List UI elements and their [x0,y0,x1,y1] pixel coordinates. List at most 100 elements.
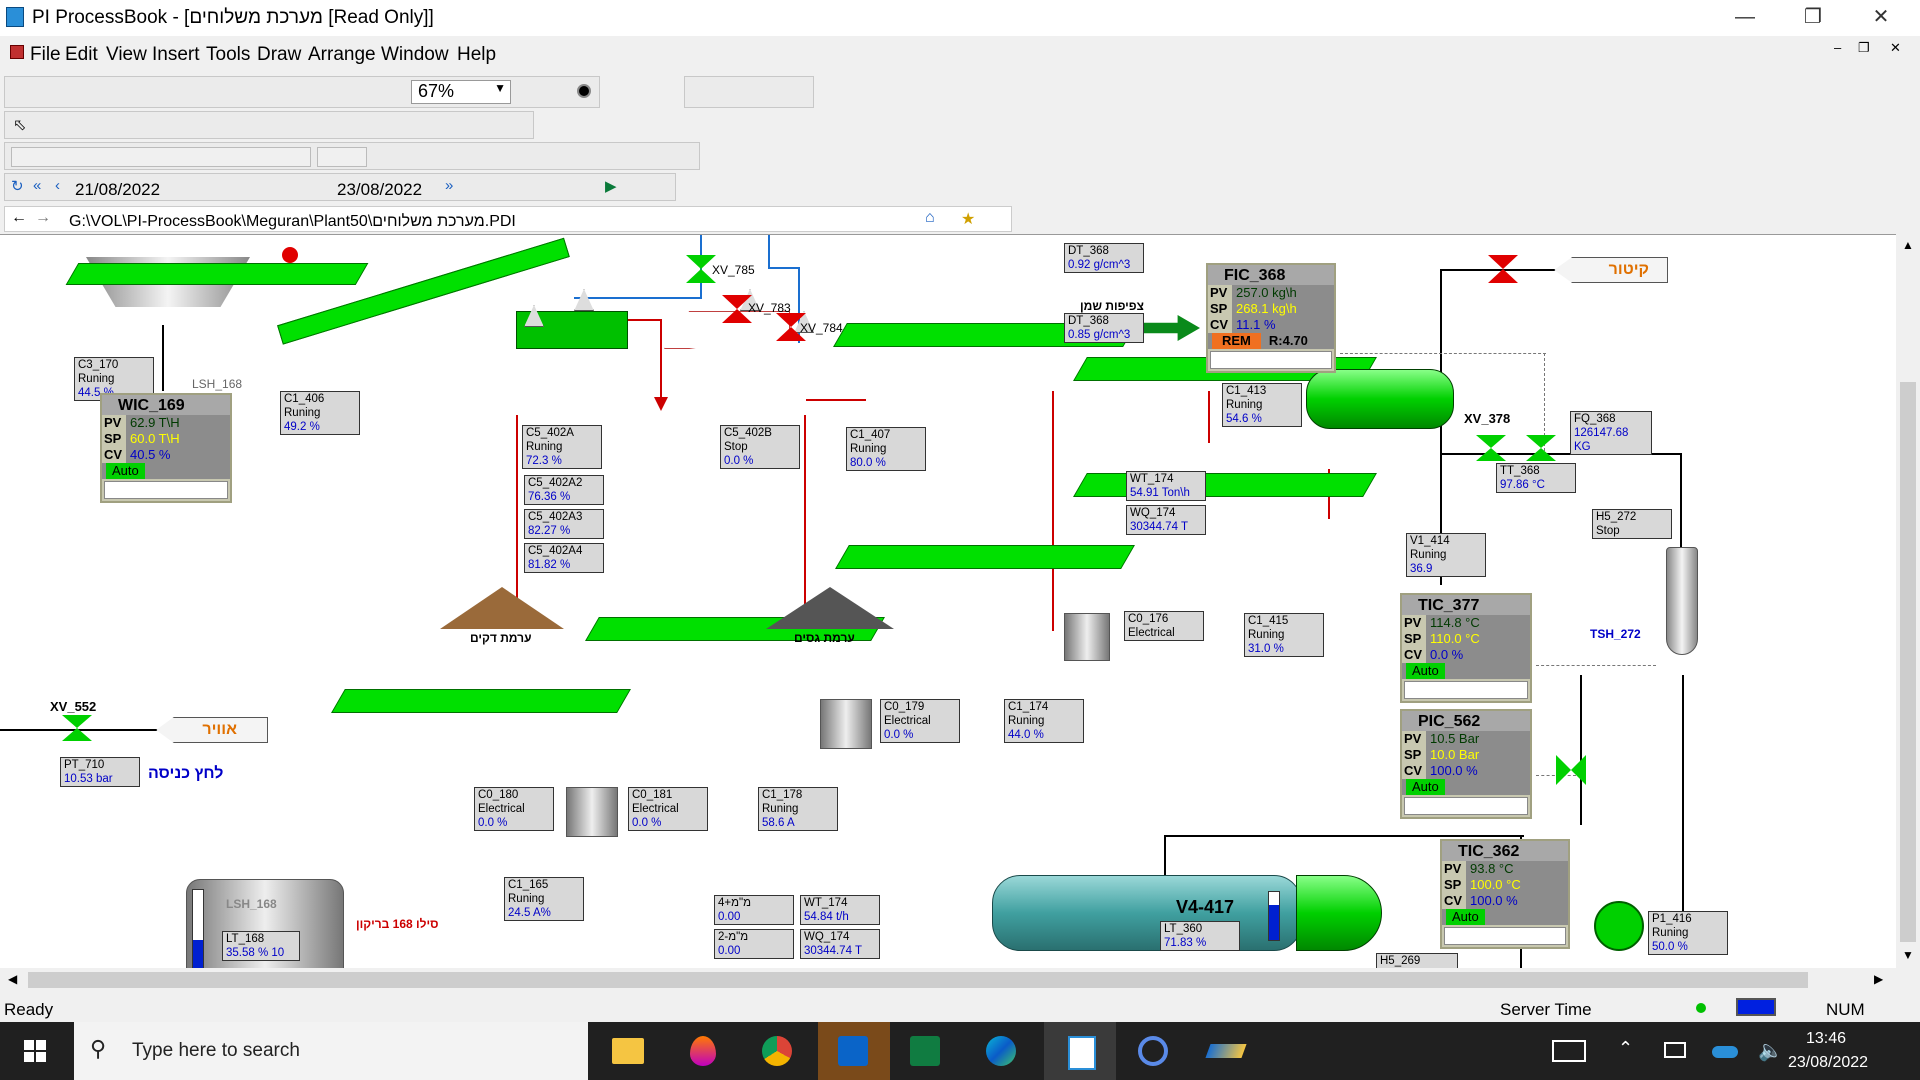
heat-exchanger-h5-272[interactable] [1666,547,1698,655]
tag-h5-272[interactable]: H5_272 Stop [1592,509,1672,539]
tag-m2[interactable]: מ"מ-2 0.00 [714,929,794,959]
chevron-up-icon[interactable]: ⌃ [1618,1038,1633,1059]
mode-badge[interactable]: Auto [1406,779,1445,795]
conveyor-c3-170[interactable] [65,263,369,285]
valve-pic562-icon[interactable] [1556,755,1586,785]
tag-fq-368[interactable]: FQ_368 126147.68 KG [1570,411,1652,455]
mode-badge[interactable]: REM [1212,333,1261,349]
vertical-scrollbar[interactable]: ▲ ▼ [1896,234,1920,968]
search-box[interactable]: ⚲ Type here to search [74,1022,588,1080]
tag-c1-174[interactable]: C1_174 Runing 44.0 % [1004,699,1084,743]
scroll-thumb[interactable] [1900,382,1916,942]
tag-c5-402a3[interactable]: C5_402A3 82.27 % [524,509,604,539]
menu-arrange[interactable]: Arrange [308,44,376,66]
tag-c1-178[interactable]: C1_178 Runing 58.6 A [758,787,838,831]
mdi-close-button[interactable]: ✕ [1890,40,1901,56]
font-size-select[interactable] [317,147,367,167]
pointer-tool-icon[interactable]: ⬁ [13,115,26,135]
scroll-right-icon[interactable]: ▶ [1874,972,1883,986]
pump-p1-416[interactable] [1594,901,1644,951]
clock-date[interactable]: 23/08/2022 [1788,1054,1868,1072]
menu-edit[interactable]: Edit [65,44,98,66]
file-explorer-icon[interactable] [612,1038,644,1064]
tag-m4[interactable]: מ"מ+4 0.00 [714,895,794,925]
app-icon[interactable] [1138,1036,1168,1066]
back-arrow-icon[interactable]: ← [11,209,27,227]
menu-view[interactable]: View [106,44,147,66]
tag-lt-168[interactable]: LT_168 35.58 % 10 [222,931,300,961]
faceplate-tic-362[interactable]: TIC_362 PV 93.8 °C SP 100.0 °C CV 100.0 % A… [1440,839,1570,949]
network-icon[interactable] [1664,1042,1686,1058]
menu-window[interactable]: Window [381,44,449,66]
tank-v1-414[interactable] [1306,369,1454,429]
tag-v1-414[interactable]: V1_414 Runing 36.9 [1406,533,1486,577]
tag-wq-174b[interactable]: WQ_174 30344.74 T [800,929,880,959]
minimize-button[interactable]: — [1716,0,1774,36]
tag-pt-710[interactable]: PT_710 10.53 bar [60,757,140,787]
menu-insert[interactable]: Insert [152,44,200,66]
mode-badge[interactable]: Auto [106,463,145,479]
play-icon[interactable]: ▶ [605,177,617,195]
onedrive-icon[interactable] [1712,1046,1738,1058]
faceplate-wic-169[interactable]: WIC_169 PV 62.9 T\H SP 60.0 T\H CV 40.5 % A… [100,393,232,503]
tag-c0-176[interactable]: C0_176 Electrical [1124,611,1204,641]
tag-c1-415[interactable]: C1_415 Runing 31.0 % [1244,613,1324,657]
faceplate-pic-562[interactable]: PIC_562 PV 10.5 Bar SP 10.0 Bar CV 100.0 % … [1400,709,1532,819]
processbook-icon[interactable] [1044,1022,1116,1080]
clock-time[interactable]: 13:46 [1806,1030,1846,1048]
tag-h5-269[interactable]: H5_269 [1376,953,1458,968]
zoom-select[interactable]: 67% ▼ [411,80,511,104]
conveyor-c1-415[interactable] [1073,473,1377,497]
screen-c5-402b[interactable] [664,311,790,349]
record-icon[interactable] [577,84,591,98]
tag-c0-181[interactable]: C0_181 Electrical 0.0 % [628,787,708,831]
tag-tt-368[interactable]: TT_368 97.86 °C [1496,463,1576,493]
conveyor-c1-165[interactable] [331,689,631,713]
scroll-up-icon[interactable]: ▲ [1902,238,1914,252]
home-icon[interactable]: ⌂ [925,209,935,227]
end-time[interactable]: 23/08/2022 [337,180,422,200]
tag-c5-402a4[interactable]: C5_402A4 81.82 % [524,543,604,573]
tag-c5-402a[interactable]: C5_402A Runing 72.3 % [522,425,602,469]
outlook-icon[interactable] [818,1022,890,1080]
excel-icon[interactable] [910,1036,940,1066]
tag-p1-416[interactable]: P1_416 Runing 50.0 % [1648,911,1728,955]
back-icon[interactable]: ‹ [55,177,60,194]
tag-c5-402a2[interactable]: C5_402A2 76.36 % [524,475,604,505]
mdi-minimize-button[interactable]: – [1834,40,1841,55]
forward-arrow-icon[interactable]: → [35,209,51,227]
motor-c0-179[interactable] [820,699,872,749]
favorites-icon[interactable]: ★ [961,209,975,229]
paint-icon[interactable] [690,1036,716,1066]
tag-wt-174b[interactable]: WT_174 54.84 t/h [800,895,880,925]
volume-icon[interactable]: 🔈 [1758,1038,1783,1063]
valve-icon[interactable] [1526,435,1556,461]
faceplate-fic-368[interactable]: FIC_368 PV 257.0 kg\h SP 268.1 kg\h CV 11.1… [1206,263,1336,373]
menu-draw[interactable]: Draw [257,44,301,66]
forward-icon[interactable]: » [445,177,453,194]
valve-xv378-icon[interactable] [1476,435,1506,461]
tag-c0-179[interactable]: C0_179 Electrical 0.0 % [880,699,960,743]
scroll-left-icon[interactable]: ◀ [8,972,17,986]
menu-tools[interactable]: Tools [206,44,250,66]
tag-lt-360[interactable]: LT_360 71.83 % [1160,921,1240,951]
motor-c0-176[interactable] [1064,613,1110,661]
tag-dt-368a[interactable]: DT_368 0.92 g/cm^3 [1064,243,1144,273]
app-icon[interactable] [1205,1044,1247,1058]
tag-c1-165[interactable]: C1_165 Runing 24.5 A% [504,877,584,921]
tag-c0-180[interactable]: C0_180 Electrical 0.0 % [474,787,554,831]
conveyor-c1-174[interactable] [835,545,1135,569]
edge-icon[interactable] [986,1036,1016,1066]
tag-c1-413[interactable]: C1_413 Runing 54.6 % [1222,383,1302,427]
tag-c1-406[interactable]: C1_406 Runing 49.2 % [280,391,360,435]
refresh-icon[interactable]: ↻ [11,177,24,195]
mode-badge[interactable]: Auto [1446,909,1485,925]
heat-exchanger-v4-417[interactable] [992,875,1302,951]
restore-button[interactable]: ❐ [1784,0,1842,36]
rewind-icon[interactable]: « [33,177,41,194]
tag-c5-402b[interactable]: C5_402B Stop 0.0 % [720,425,800,469]
menu-file[interactable]: File [30,44,61,66]
menu-help[interactable]: Help [457,44,496,66]
tag-wq-174a[interactable]: WQ_174 30344.74 T [1126,505,1206,535]
chrome-icon[interactable] [762,1036,792,1066]
